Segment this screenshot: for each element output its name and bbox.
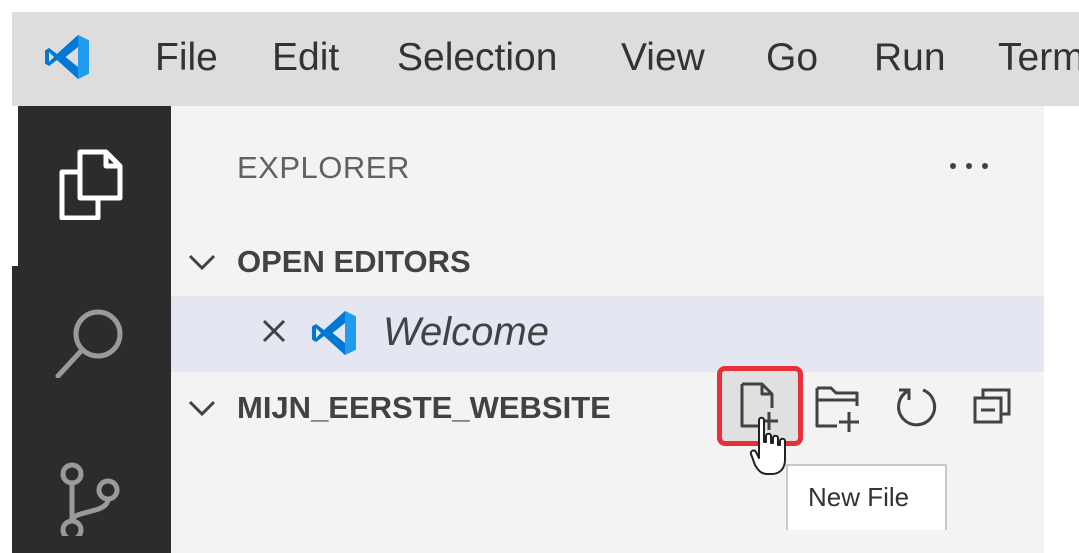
menu-view[interactable]: View <box>621 36 705 80</box>
menu-file[interactable]: File <box>155 36 218 80</box>
new-folder-icon <box>815 386 859 432</box>
active-indicator <box>12 106 18 266</box>
menu-terminal[interactable]: Term <box>998 36 1079 80</box>
source-control-icon[interactable] <box>52 460 128 536</box>
tooltip-text: New File <box>808 482 910 512</box>
explorer-files-icon[interactable] <box>52 144 128 220</box>
open-editor-item-welcome[interactable]: Welcome <box>171 296 1044 372</box>
collapse-all-button[interactable] <box>965 376 1027 438</box>
vscode-logo-icon <box>45 35 89 79</box>
open-editors-label: OPEN EDITORS <box>237 244 471 279</box>
menu-run[interactable]: Run <box>874 36 946 80</box>
collapse-all-icon <box>973 388 1011 424</box>
open-editor-label: Welcome <box>383 310 549 354</box>
menu-go[interactable]: Go <box>766 36 818 80</box>
chevron-down-icon <box>188 254 216 271</box>
menu-bar: File Edit Selection View Go Run Term <box>12 12 1079 106</box>
explorer-sidebar: EXPLORER OPEN EDITORS Welcome MIJN_EERST… <box>171 106 1044 553</box>
explorer-title: EXPLORER <box>237 150 410 185</box>
search-icon[interactable] <box>52 302 128 378</box>
chevron-down-icon <box>188 400 216 417</box>
open-editors-header[interactable]: OPEN EDITORS <box>171 236 1044 288</box>
menu-selection[interactable]: Selection <box>397 36 557 80</box>
close-icon[interactable] <box>259 316 289 346</box>
refresh-button[interactable] <box>885 376 947 438</box>
refresh-icon <box>897 388 937 427</box>
folder-label: MIJN_EERSTE_WEBSITE <box>237 390 611 425</box>
vscode-logo-icon <box>312 311 356 355</box>
menu-edit[interactable]: Edit <box>272 36 339 80</box>
ellipsis-icon[interactable] <box>945 156 993 176</box>
new-folder-button[interactable] <box>809 376 871 438</box>
new-file-tooltip: New File <box>786 464 947 530</box>
activity-bar <box>12 106 171 553</box>
